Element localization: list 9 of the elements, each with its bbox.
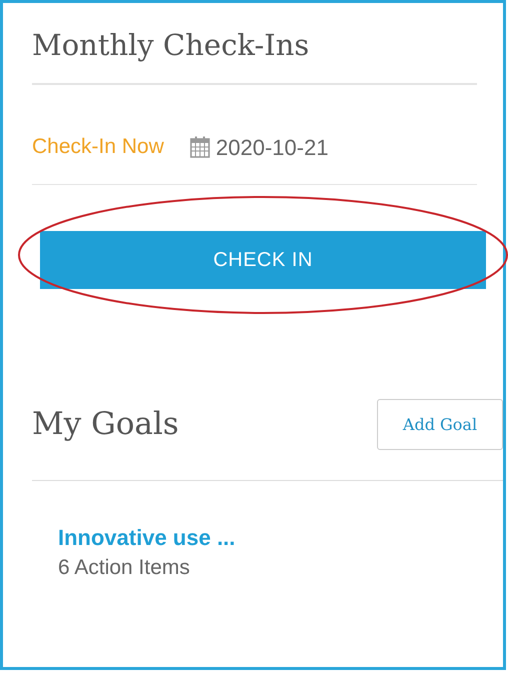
goal-subtitle: 6 Action Items [58,555,191,581]
check-in-button[interactable]: CHECK IN [40,231,486,289]
checkin-status: Check-In Now [32,134,164,160]
add-goal-button[interactable]: Add Goal [377,399,503,450]
calendar-icon [190,136,210,158]
checkin-date: 2020-10-21 [216,134,328,162]
section-title: My Goals [32,405,179,444]
section-title: Monthly Check-Ins [32,27,310,64]
goal-link[interactable]: Innovative use ... [58,523,503,553]
